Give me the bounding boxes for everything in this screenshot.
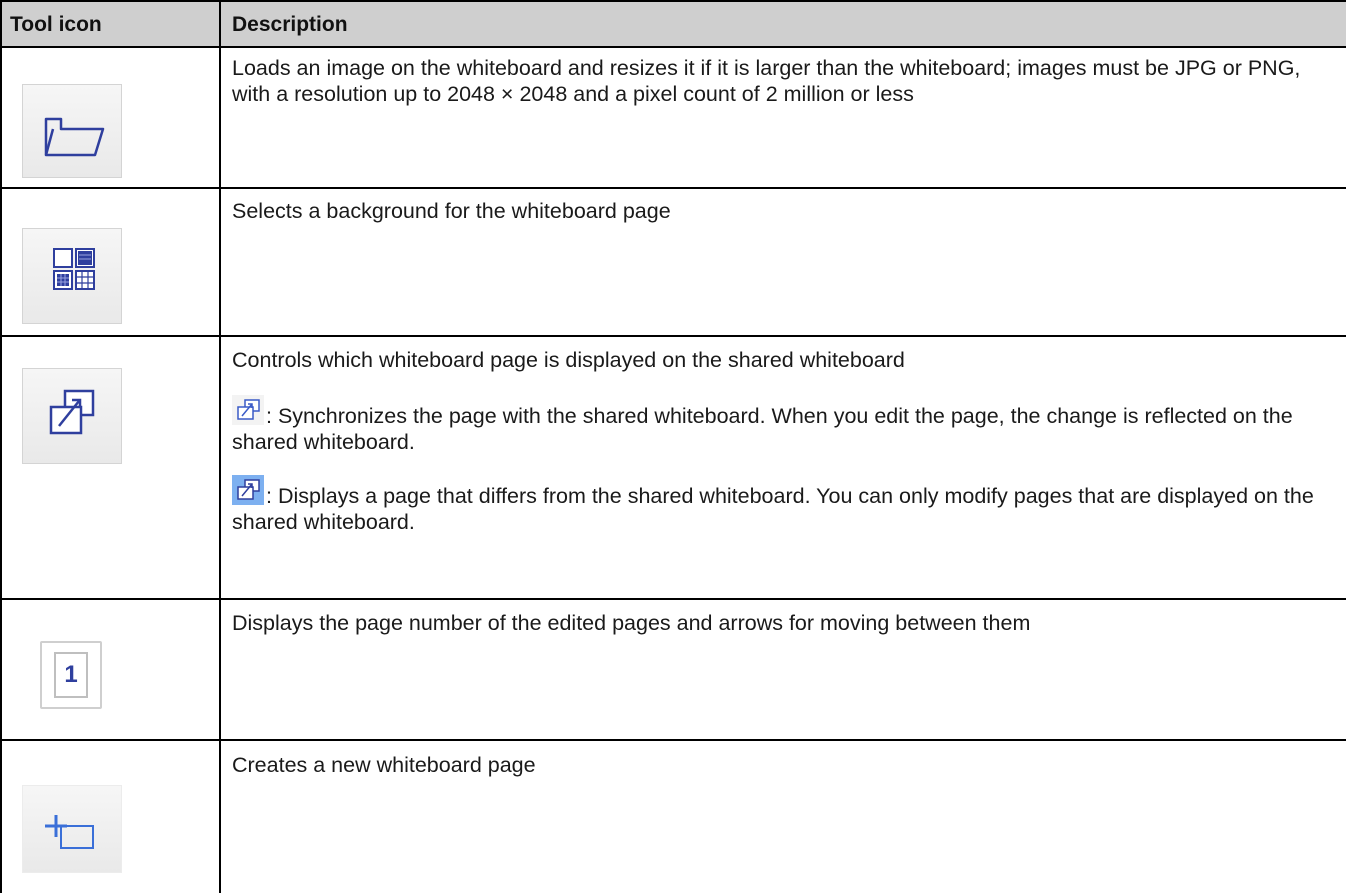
row-divider — [0, 46, 1346, 48]
new-page-icon — [22, 785, 122, 873]
description-text: Displays the page number of the edited p… — [232, 611, 1031, 635]
description-note: : Displays a page that differs from the … — [232, 475, 1340, 535]
table-header-row: Tool icon Description — [0, 0, 1346, 48]
page-number-icon: 1 — [40, 641, 102, 709]
description-text: Controls which whiteboard page is displa… — [232, 348, 905, 372]
description-text: Selects a background for the whiteboard … — [232, 199, 671, 223]
description-text: Loads an image on the whiteboard and res… — [232, 56, 1301, 106]
row-description: Loads an image on the whiteboard and res… — [232, 55, 1340, 107]
page-sync-icon — [22, 368, 122, 464]
row-divider — [0, 598, 1346, 600]
row-description: Controls which whiteboard page is displa… — [232, 347, 1340, 535]
row-description: Displays the page number of the edited p… — [232, 610, 1340, 636]
description-text: Creates a new whiteboard page — [232, 753, 536, 777]
row-divider — [0, 187, 1346, 189]
table-border-top — [0, 0, 1346, 2]
row-description: Selects a background for the whiteboard … — [232, 198, 1340, 224]
column-divider — [219, 0, 221, 893]
description-note: : Synchronizes the page with the shared … — [232, 395, 1340, 455]
note-text: : Displays a page that differs from the … — [232, 484, 1314, 534]
row-divider — [0, 335, 1346, 337]
sync-on-icon — [232, 395, 264, 425]
table-border-left — [0, 0, 2, 893]
header-description: Description — [232, 13, 348, 36]
background-grid-icon — [22, 228, 122, 324]
header-tool-icon: Tool icon — [10, 13, 102, 36]
sync-off-icon — [232, 475, 264, 505]
page-number-value: 1 — [54, 652, 88, 698]
row-divider — [0, 739, 1346, 741]
row-description: Creates a new whiteboard page — [232, 752, 1340, 778]
note-text: : Synchronizes the page with the shared … — [232, 404, 1293, 454]
folder-icon — [22, 84, 122, 178]
